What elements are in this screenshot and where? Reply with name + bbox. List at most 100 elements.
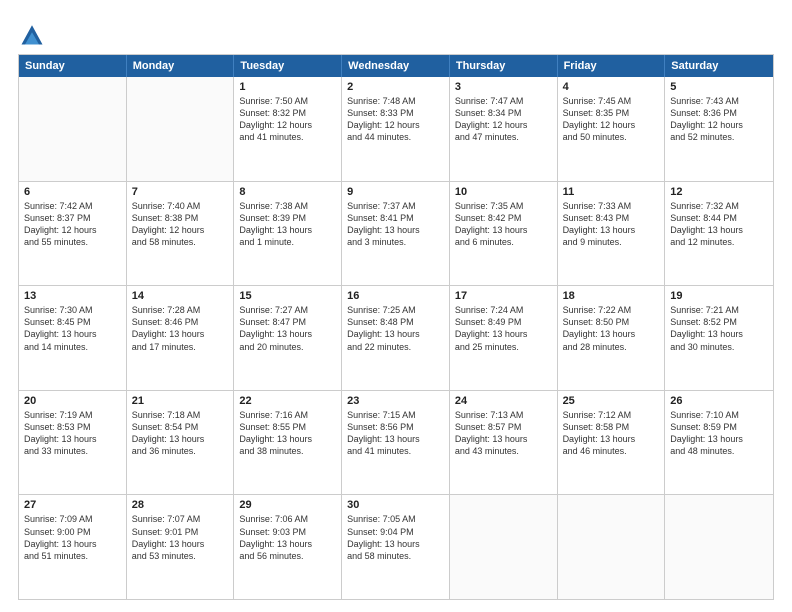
calendar-row-1: 6 Sunrise: 7:42 AM Sunset: 8:37 PM Daylig… <box>19 181 773 286</box>
day-number: 24 <box>455 395 552 407</box>
cell-info: Sunrise: 7:19 AM Sunset: 8:53 PM Dayligh… <box>24 409 121 458</box>
day-number: 12 <box>670 186 768 198</box>
cal-cell-3-0: 20 Sunrise: 7:19 AM Sunset: 8:53 PM Dayli… <box>19 391 127 495</box>
day-number: 16 <box>347 290 444 302</box>
day-number: 3 <box>455 81 552 93</box>
cell-info: Sunrise: 7:28 AM Sunset: 8:46 PM Dayligh… <box>132 304 229 353</box>
cal-cell-1-0: 6 Sunrise: 7:42 AM Sunset: 8:37 PM Daylig… <box>19 182 127 286</box>
cal-cell-1-2: 8Sunrise: 7:38 AM Sunset: 8:39 PM Daylig… <box>234 182 342 286</box>
cell-info: Sunrise: 7:48 AM Sunset: 8:33 PM Dayligh… <box>347 95 444 144</box>
cell-info: Sunrise: 7:15 AM Sunset: 8:56 PM Dayligh… <box>347 409 444 458</box>
day-number: 13 <box>24 290 121 302</box>
cell-info: Sunrise: 7:13 AM Sunset: 8:57 PM Dayligh… <box>455 409 552 458</box>
cal-cell-3-2: 22 Sunrise: 7:16 AM Sunset: 8:55 PM Dayli… <box>234 391 342 495</box>
cal-cell-2-5: 18 Sunrise: 7:22 AM Sunset: 8:50 PM Dayli… <box>558 286 666 390</box>
cal-cell-2-4: 17 Sunrise: 7:24 AM Sunset: 8:49 PM Dayli… <box>450 286 558 390</box>
cell-info: Sunrise: 7:05 AM Sunset: 9:04 PM Dayligh… <box>347 513 444 562</box>
day-number: 17 <box>455 290 552 302</box>
header-day-friday: Friday <box>558 55 666 77</box>
cell-info: Sunrise: 7:47 AM Sunset: 8:34 PM Dayligh… <box>455 95 552 144</box>
cell-info: Sunrise: 7:24 AM Sunset: 8:49 PM Dayligh… <box>455 304 552 353</box>
cell-info: Sunrise: 7:42 AM Sunset: 8:37 PM Dayligh… <box>24 200 121 249</box>
day-number: 18 <box>563 290 660 302</box>
cell-info: Sunrise: 7:45 AM Sunset: 8:35 PM Dayligh… <box>563 95 660 144</box>
cal-cell-4-0: 27 Sunrise: 7:09 AM Sunset: 9:00 PM Dayli… <box>19 495 127 599</box>
calendar-header-row: SundayMondayTuesdayWednesdayThursdayFrid… <box>19 55 773 77</box>
cell-info: Sunrise: 7:27 AM Sunset: 8:47 PM Dayligh… <box>239 304 336 353</box>
day-number: 1 <box>239 81 336 93</box>
day-number: 20 <box>24 395 121 407</box>
page: SundayMondayTuesdayWednesdayThursdayFrid… <box>0 0 792 612</box>
day-number: 4 <box>563 81 660 93</box>
cell-info: Sunrise: 7:25 AM Sunset: 8:48 PM Dayligh… <box>347 304 444 353</box>
day-number: 5 <box>670 81 768 93</box>
cell-info: Sunrise: 7:22 AM Sunset: 8:50 PM Dayligh… <box>563 304 660 353</box>
cell-info: Sunrise: 7:35 AM Sunset: 8:42 PM Dayligh… <box>455 200 552 249</box>
cal-cell-4-6 <box>665 495 773 599</box>
day-number: 29 <box>239 499 336 511</box>
calendar-row-4: 27 Sunrise: 7:09 AM Sunset: 9:00 PM Dayli… <box>19 494 773 599</box>
cal-cell-0-1 <box>127 77 235 181</box>
cell-info: Sunrise: 7:33 AM Sunset: 8:43 PM Dayligh… <box>563 200 660 249</box>
header-day-thursday: Thursday <box>450 55 558 77</box>
cal-cell-1-4: 10 Sunrise: 7:35 AM Sunset: 8:42 PM Dayli… <box>450 182 558 286</box>
calendar: SundayMondayTuesdayWednesdayThursdayFrid… <box>18 54 774 600</box>
day-number: 2 <box>347 81 444 93</box>
cal-cell-0-0 <box>19 77 127 181</box>
day-number: 14 <box>132 290 229 302</box>
cal-cell-1-6: 12 Sunrise: 7:32 AM Sunset: 8:44 PM Dayli… <box>665 182 773 286</box>
cal-cell-1-3: 9 Sunrise: 7:37 AM Sunset: 8:41 PM Daylig… <box>342 182 450 286</box>
day-number: 22 <box>239 395 336 407</box>
day-number: 9 <box>347 186 444 198</box>
cell-info: Sunrise: 7:50 AM Sunset: 8:32 PM Dayligh… <box>239 95 336 144</box>
logo <box>18 18 50 48</box>
cell-info: Sunrise: 7:21 AM Sunset: 8:52 PM Dayligh… <box>670 304 768 353</box>
cal-cell-0-3: 2 Sunrise: 7:48 AM Sunset: 8:33 PM Daylig… <box>342 77 450 181</box>
cal-cell-0-5: 4 Sunrise: 7:45 AM Sunset: 8:35 PM Daylig… <box>558 77 666 181</box>
day-number: 11 <box>563 186 660 198</box>
cal-cell-3-6: 26Sunrise: 7:10 AM Sunset: 8:59 PM Dayli… <box>665 391 773 495</box>
header-day-wednesday: Wednesday <box>342 55 450 77</box>
cal-cell-4-4 <box>450 495 558 599</box>
cell-info: Sunrise: 7:09 AM Sunset: 9:00 PM Dayligh… <box>24 513 121 562</box>
cal-cell-4-1: 28 Sunrise: 7:07 AM Sunset: 9:01 PM Dayli… <box>127 495 235 599</box>
cal-cell-4-3: 30Sunrise: 7:05 AM Sunset: 9:04 PM Dayli… <box>342 495 450 599</box>
cell-info: Sunrise: 7:12 AM Sunset: 8:58 PM Dayligh… <box>563 409 660 458</box>
cal-cell-0-4: 3 Sunrise: 7:47 AM Sunset: 8:34 PM Daylig… <box>450 77 558 181</box>
cell-info: Sunrise: 7:30 AM Sunset: 8:45 PM Dayligh… <box>24 304 121 353</box>
day-number: 21 <box>132 395 229 407</box>
cell-info: Sunrise: 7:16 AM Sunset: 8:55 PM Dayligh… <box>239 409 336 458</box>
cell-info: Sunrise: 7:06 AM Sunset: 9:03 PM Dayligh… <box>239 513 336 562</box>
cal-cell-0-6: 5 Sunrise: 7:43 AM Sunset: 8:36 PM Daylig… <box>665 77 773 181</box>
cell-info: Sunrise: 7:40 AM Sunset: 8:38 PM Dayligh… <box>132 200 229 249</box>
cal-cell-1-5: 11 Sunrise: 7:33 AM Sunset: 8:43 PM Dayli… <box>558 182 666 286</box>
cal-cell-2-2: 15Sunrise: 7:27 AM Sunset: 8:47 PM Dayli… <box>234 286 342 390</box>
cell-info: Sunrise: 7:07 AM Sunset: 9:01 PM Dayligh… <box>132 513 229 562</box>
cell-info: Sunrise: 7:43 AM Sunset: 8:36 PM Dayligh… <box>670 95 768 144</box>
cell-info: Sunrise: 7:37 AM Sunset: 8:41 PM Dayligh… <box>347 200 444 249</box>
cal-cell-3-1: 21Sunrise: 7:18 AM Sunset: 8:54 PM Dayli… <box>127 391 235 495</box>
cell-info: Sunrise: 7:38 AM Sunset: 8:39 PM Dayligh… <box>239 200 336 249</box>
calendar-row-2: 13 Sunrise: 7:30 AM Sunset: 8:45 PM Dayli… <box>19 285 773 390</box>
cal-cell-3-4: 24 Sunrise: 7:13 AM Sunset: 8:57 PM Dayli… <box>450 391 558 495</box>
cal-cell-2-1: 14 Sunrise: 7:28 AM Sunset: 8:46 PM Dayli… <box>127 286 235 390</box>
day-number: 19 <box>670 290 768 302</box>
cell-info: Sunrise: 7:32 AM Sunset: 8:44 PM Dayligh… <box>670 200 768 249</box>
header-day-tuesday: Tuesday <box>234 55 342 77</box>
cell-info: Sunrise: 7:10 AM Sunset: 8:59 PM Dayligh… <box>670 409 768 458</box>
day-number: 28 <box>132 499 229 511</box>
day-number: 25 <box>563 395 660 407</box>
cal-cell-2-6: 19 Sunrise: 7:21 AM Sunset: 8:52 PM Dayli… <box>665 286 773 390</box>
logo-icon <box>18 20 46 48</box>
day-number: 27 <box>24 499 121 511</box>
cal-cell-4-2: 29 Sunrise: 7:06 AM Sunset: 9:03 PM Dayli… <box>234 495 342 599</box>
day-number: 10 <box>455 186 552 198</box>
cal-cell-2-0: 13 Sunrise: 7:30 AM Sunset: 8:45 PM Dayli… <box>19 286 127 390</box>
header-day-sunday: Sunday <box>19 55 127 77</box>
cal-cell-2-3: 16 Sunrise: 7:25 AM Sunset: 8:48 PM Dayli… <box>342 286 450 390</box>
header-day-monday: Monday <box>127 55 235 77</box>
day-number: 6 <box>24 186 121 198</box>
day-number: 7 <box>132 186 229 198</box>
cal-cell-3-3: 23Sunrise: 7:15 AM Sunset: 8:56 PM Dayli… <box>342 391 450 495</box>
cal-cell-4-5 <box>558 495 666 599</box>
